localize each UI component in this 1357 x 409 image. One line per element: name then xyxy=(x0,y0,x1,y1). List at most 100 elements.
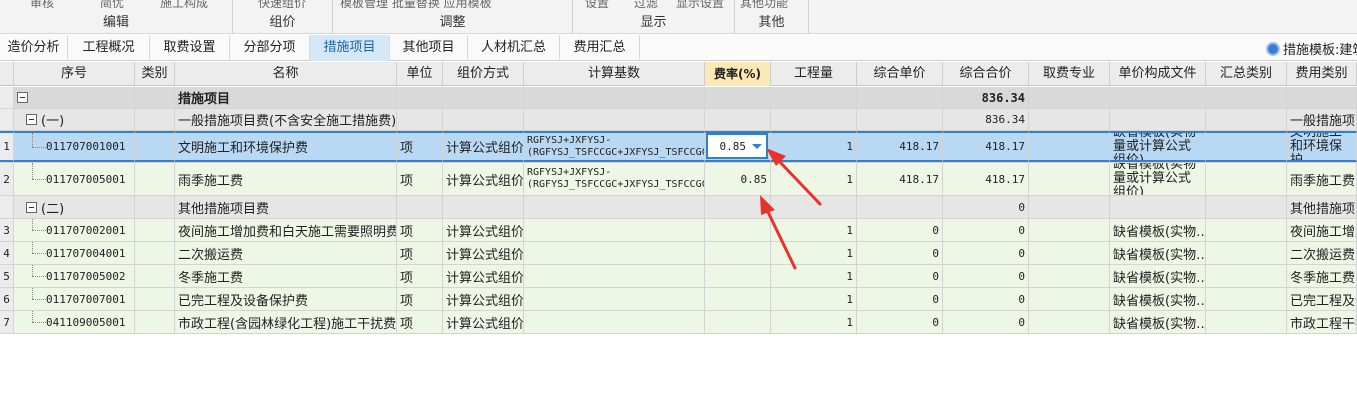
collapse-icon[interactable] xyxy=(26,114,37,125)
name-cell[interactable]: 文明施工和环境保护费 xyxy=(175,131,397,162)
table-row[interactable]: 7 041109005001 市政工程(含园林绿化工程)施工干扰费 项 计算公式… xyxy=(0,311,1357,334)
unit-cell[interactable]: 项 xyxy=(397,265,443,287)
name-cell[interactable]: 冬季施工费 xyxy=(175,265,397,287)
qty-cell[interactable]: 1 xyxy=(771,219,857,241)
base-cell[interactable]: RGFYSJ+JXFYSJ-(RGFYSJ_TSFCCGC+JXFYSJ_TSF… xyxy=(524,131,705,162)
qty-cell[interactable]: 1 xyxy=(771,311,857,333)
file-cell[interactable]: 缺省模板(实物… xyxy=(1110,219,1206,241)
table-row[interactable]: 5 011707005002 冬季施工费 项 计算公式组价 1 0 0 缺省模板… xyxy=(0,265,1357,288)
summary-cell[interactable] xyxy=(1206,265,1287,287)
file-cell[interactable]: 缺省模板(实物… xyxy=(1110,242,1206,264)
header-category[interactable]: 类别 xyxy=(135,62,175,86)
base-cell[interactable] xyxy=(524,219,705,241)
measure-template-link[interactable]: 措施模板:建筑 xyxy=(1266,39,1357,58)
header-quantity[interactable]: 工程量 xyxy=(771,62,857,86)
base-cell[interactable] xyxy=(524,311,705,333)
file-cell[interactable]: 缺省模板(实物量或计算公式组价) xyxy=(1110,163,1206,195)
file-cell[interactable]: 缺省模板(实物… xyxy=(1110,288,1206,310)
unit-cell[interactable]: 项 xyxy=(397,242,443,264)
rate-cell[interactable] xyxy=(705,311,771,333)
name-cell[interactable]: 雨季施工费 xyxy=(175,163,397,195)
header-seq[interactable]: 序号 xyxy=(14,62,135,86)
dropdown-arrow-icon[interactable] xyxy=(752,143,762,149)
header-summary-category[interactable]: 汇总类别 xyxy=(1206,62,1287,86)
feecat-cell[interactable]: 雨季施工费 xyxy=(1287,163,1357,195)
method-cell[interactable]: 计算公式组价 xyxy=(443,131,524,162)
header-pricing-method[interactable]: 组价方式 xyxy=(443,62,524,86)
rate-cell[interactable] xyxy=(705,288,771,310)
table-row-group[interactable]: (一) 一般措施项目费(不含安全施工措施费) 836.34 一般措施项目 xyxy=(0,109,1357,131)
base-cell[interactable] xyxy=(524,242,705,264)
rate-cell[interactable] xyxy=(705,265,771,287)
specialty-cell[interactable] xyxy=(1029,163,1110,195)
feecat-cell[interactable]: 二次搬运费 xyxy=(1287,242,1357,264)
table-row[interactable]: 2 011707005001 雨季施工费 项 计算公式组价 RGFYSJ+JXF… xyxy=(0,163,1357,196)
collapse-icon[interactable] xyxy=(17,92,28,103)
qty-cell[interactable]: 1 xyxy=(771,288,857,310)
header-price-file[interactable]: 单价构成文件 xyxy=(1110,62,1206,86)
table-row-section[interactable]: 措施项目 836.34 xyxy=(0,87,1357,109)
header-total-price[interactable]: 综合合价 xyxy=(943,62,1029,86)
summary-cell[interactable] xyxy=(1206,288,1287,310)
table-row[interactable]: 4 011707004001 二次搬运费 项 计算公式组价 1 0 0 缺省模板… xyxy=(0,242,1357,265)
unit-cell[interactable]: 项 xyxy=(397,288,443,310)
specialty-cell[interactable] xyxy=(1029,265,1110,287)
table-row-selected[interactable]: 1 011707001001 文明施工和环境保护费 项 计算公式组价 RGFYS… xyxy=(0,131,1357,163)
header-fee-category[interactable]: 费用类别 xyxy=(1287,62,1357,86)
method-cell[interactable]: 计算公式组价 xyxy=(443,163,524,195)
tab-fee-summary[interactable]: 费用汇总 xyxy=(560,35,640,61)
name-cell[interactable]: 二次搬运费 xyxy=(175,242,397,264)
feecat-cell[interactable]: 冬季施工费 xyxy=(1287,265,1357,287)
table-row[interactable]: 6 011707007001 已完工程及设备保护费 项 计算公式组价 1 0 0… xyxy=(0,288,1357,311)
feecat-cell[interactable]: 夜间施工增加 xyxy=(1287,219,1357,241)
name-cell[interactable]: 已完工程及设备保护费 xyxy=(175,288,397,310)
fee-rate-editor[interactable]: 0.85 xyxy=(706,133,768,159)
file-cell[interactable]: 缺省模板(实物量或计算公式组价) xyxy=(1110,131,1206,162)
tab-cost-analysis[interactable]: 造价分析 xyxy=(0,35,68,61)
feecat-cell[interactable]: 文明施工和环境保护 xyxy=(1287,131,1357,162)
file-cell[interactable]: 缺省模板(实物… xyxy=(1110,311,1206,333)
header-calc-base[interactable]: 计算基数 xyxy=(524,62,705,86)
header-fee-rate[interactable]: 费率(%) xyxy=(705,62,771,86)
tab-project-overview[interactable]: 工程概况 xyxy=(68,35,150,61)
qty-cell[interactable]: 1 xyxy=(771,242,857,264)
method-cell[interactable]: 计算公式组价 xyxy=(443,311,524,333)
qty-cell[interactable]: 1 xyxy=(771,131,857,162)
method-cell[interactable]: 计算公式组价 xyxy=(443,288,524,310)
specialty-cell[interactable] xyxy=(1029,288,1110,310)
rate-cell[interactable]: 0.85 xyxy=(705,163,771,195)
feecat-cell[interactable]: 已完工程及设 xyxy=(1287,288,1357,310)
qty-cell[interactable]: 1 xyxy=(771,265,857,287)
tab-fee-settings[interactable]: 取费设置 xyxy=(150,35,230,61)
summary-cell[interactable] xyxy=(1206,311,1287,333)
base-cell[interactable] xyxy=(524,265,705,287)
name-cell[interactable]: 市政工程(含园林绿化工程)施工干扰费 xyxy=(175,311,397,333)
summary-cell[interactable] xyxy=(1206,242,1287,264)
unit-cell[interactable]: 项 xyxy=(397,311,443,333)
method-cell[interactable]: 计算公式组价 xyxy=(443,265,524,287)
header-fee-specialty[interactable]: 取费专业 xyxy=(1029,62,1110,86)
name-cell[interactable]: 夜间施工增加费和白天施工需要照明费 xyxy=(175,219,397,241)
method-cell[interactable]: 计算公式组价 xyxy=(443,242,524,264)
method-cell[interactable]: 计算公式组价 xyxy=(443,219,524,241)
collapse-icon[interactable] xyxy=(26,201,37,213)
rate-cell[interactable] xyxy=(705,242,771,264)
unit-cell[interactable]: 项 xyxy=(397,219,443,241)
file-cell[interactable]: 缺省模板(实物… xyxy=(1110,265,1206,287)
header-unit-price[interactable]: 综合单价 xyxy=(857,62,943,86)
tab-labor-material-summary[interactable]: 人材机汇总 xyxy=(468,35,560,61)
specialty-cell[interactable] xyxy=(1029,131,1110,162)
unit-cell[interactable]: 项 xyxy=(397,131,443,162)
tab-measure-items[interactable]: 措施项目 xyxy=(310,35,390,61)
unit-cell[interactable]: 项 xyxy=(397,163,443,195)
qty-cell[interactable]: 1 xyxy=(771,163,857,195)
tab-other-items[interactable]: 其他项目 xyxy=(390,35,468,61)
base-cell[interactable] xyxy=(524,288,705,310)
specialty-cell[interactable] xyxy=(1029,219,1110,241)
tab-divisional-items[interactable]: 分部分项 xyxy=(230,35,310,61)
header-unit[interactable]: 单位 xyxy=(397,62,443,86)
summary-cell[interactable] xyxy=(1206,219,1287,241)
base-cell[interactable]: RGFYSJ+JXFYSJ-(RGFYSJ_TSFCCGC+JXFYSJ_TSF… xyxy=(524,163,705,195)
summary-cell[interactable] xyxy=(1206,163,1287,195)
specialty-cell[interactable] xyxy=(1029,242,1110,264)
